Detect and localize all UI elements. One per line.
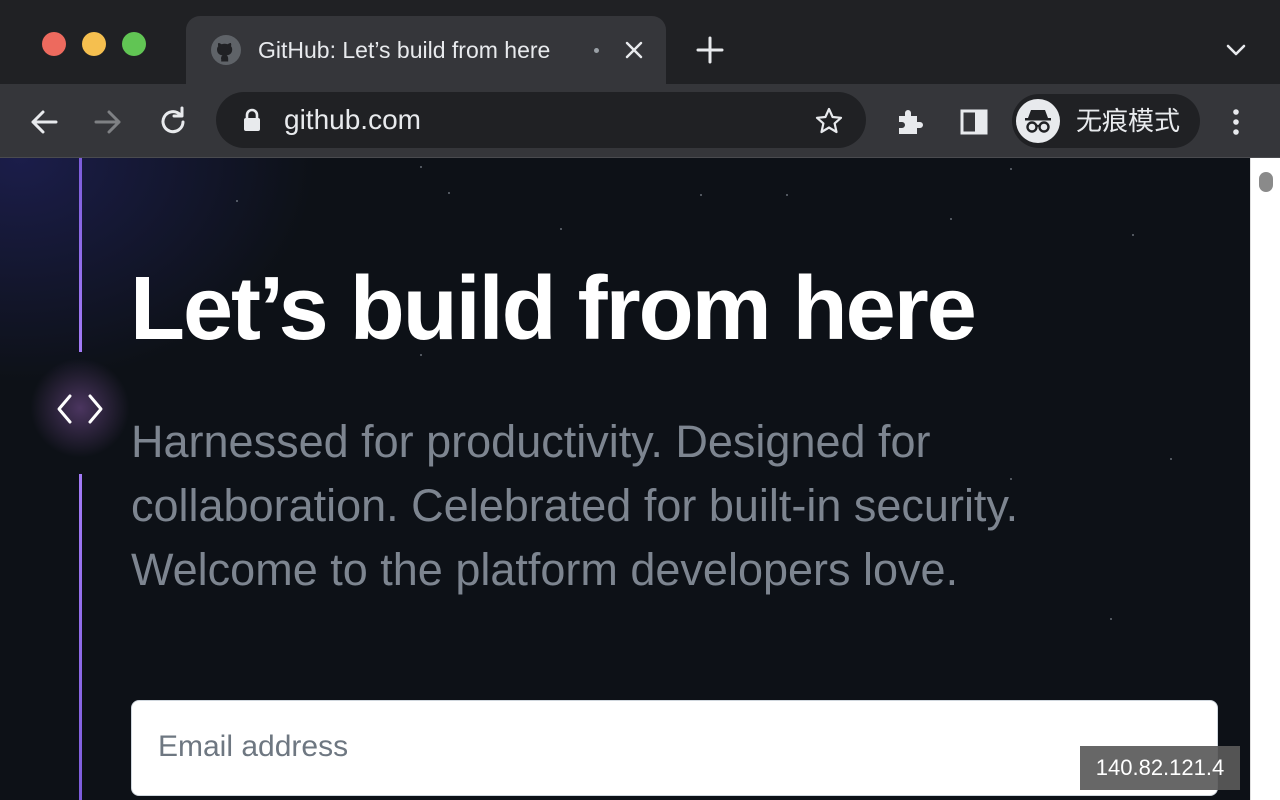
email-field[interactable] (158, 727, 1058, 767)
incognito-avatar (1016, 99, 1060, 143)
timeline-rail-top (79, 158, 82, 352)
extensions-puzzle-icon[interactable] (892, 104, 928, 140)
tab-activity-dot (594, 48, 599, 53)
browser-titlebar: GitHub: Let’s build from here (0, 0, 1280, 84)
incognito-icon (1025, 110, 1051, 133)
hero-subtitle: Harnessed for productivity. Designed for… (131, 416, 1019, 595)
side-panel-icon[interactable] (956, 104, 992, 140)
code-brackets-icon (57, 394, 103, 424)
maximize-window-button[interactable] (122, 32, 146, 56)
github-icon (211, 35, 241, 65)
close-window-button[interactable] (42, 32, 66, 56)
page-scrollbar[interactable] (1250, 158, 1280, 800)
scrollbar-thumb[interactable] (1259, 172, 1273, 192)
address-bar[interactable]: github.com (216, 92, 866, 148)
timeline-rail-bottom (79, 474, 82, 800)
browser-toolbar: github.com 无痕模式 (0, 84, 1280, 158)
back-button[interactable] (26, 104, 62, 140)
chevron-down-icon[interactable] (1222, 38, 1250, 62)
reload-button[interactable] (155, 104, 191, 140)
incognito-label: 无痕模式 (1076, 106, 1181, 136)
close-icon[interactable] (622, 38, 646, 62)
new-tab-button[interactable] (694, 34, 726, 66)
more-menu-icon[interactable] (1218, 104, 1254, 140)
tab-github[interactable]: GitHub: Let’s build from here (186, 16, 666, 84)
bookmark-star-icon[interactable] (814, 106, 844, 136)
email-field-container[interactable] (131, 700, 1218, 796)
hero-title: Let’s build from here (130, 259, 977, 359)
page-viewport: Let’s build from here Harnessed for prod… (0, 158, 1250, 800)
ip-address-badge: 140.82.121.4 (1080, 746, 1240, 790)
tab-title: GitHub: Let’s build from here (258, 37, 551, 63)
url-text[interactable]: github.com (284, 105, 421, 135)
lock-icon[interactable] (242, 108, 262, 132)
incognito-profile-button[interactable]: 无痕模式 (1012, 94, 1200, 148)
minimize-window-button[interactable] (82, 32, 106, 56)
forward-button[interactable] (90, 104, 126, 140)
